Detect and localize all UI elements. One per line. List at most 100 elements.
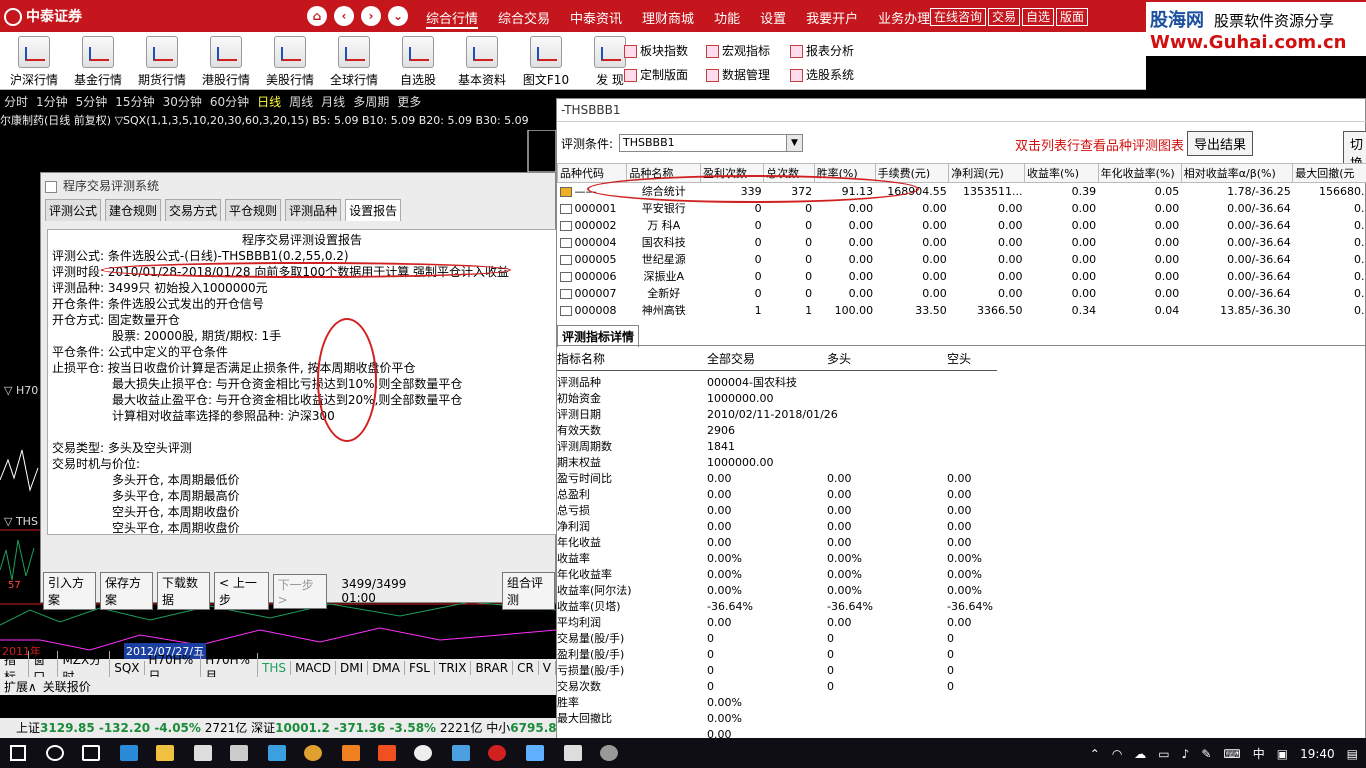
player-icon[interactable] <box>268 745 286 761</box>
mail-icon[interactable] <box>194 745 212 761</box>
top-button-0[interactable]: 在线咨询 <box>930 8 987 26</box>
top-button-2[interactable]: 自选 <box>1022 8 1055 26</box>
keyboard-icon[interactable]: ⌨ <box>1223 747 1240 761</box>
photo-icon[interactable] <box>452 745 470 761</box>
export-button[interactable]: 导出结果 <box>1187 131 1254 156</box>
table-row[interactable]: 000006 深振业A 0 0 0.00 0.00 0.00 0.00 0.00 0.00/-36… <box>558 268 1366 285</box>
volume-icon[interactable]: ♪ <box>1182 747 1190 761</box>
chevron-down-icon[interactable]: ▼ <box>786 135 802 151</box>
media-icon[interactable] <box>304 745 322 761</box>
tool-6[interactable]: 自选股 <box>386 36 450 88</box>
period-2[interactable]: 5分钟 <box>76 93 108 110</box>
side-tool-1[interactable]: 宏观指标 <box>706 42 770 59</box>
pen-icon[interactable]: ✎ <box>1201 747 1211 761</box>
home-icon[interactable]: ⌂ <box>307 6 327 26</box>
column-header[interactable]: 净利润(元) <box>948 163 1025 183</box>
menu-item-7[interactable]: 业务办理 <box>878 8 930 29</box>
column-header[interactable]: 手续费(元) <box>874 163 950 183</box>
zhongtai-icon[interactable] <box>488 745 506 761</box>
tab-eval-0[interactable]: 评测公式 <box>45 199 102 221</box>
side-tool-4[interactable]: 数据管理 <box>706 66 770 83</box>
cloud-icon[interactable]: ☁ <box>1134 747 1146 761</box>
table-row[interactable]: 000001 平安银行 0 0 0.00 0.00 0.00 0.00 0.00 0.00/-36… <box>558 200 1366 217</box>
combo-eval-button[interactable]: 组合评测 <box>502 572 556 610</box>
calendar-icon[interactable]: ▣ <box>1277 747 1288 761</box>
period-1[interactable]: 1分钟 <box>36 93 68 110</box>
column-header[interactable]: 品种代码 <box>556 163 628 183</box>
app-icon[interactable] <box>526 745 544 761</box>
table-row[interactable]: 000004 国农科技 0 0 0.00 0.00 0.00 0.00 0.00 0.00/-36… <box>558 234 1366 251</box>
tool-1[interactable]: 基金行情 <box>66 36 130 88</box>
column-header[interactable]: 年化收益率(%) <box>1097 163 1182 183</box>
menu-item-2[interactable]: 中泰资讯 <box>570 8 622 29</box>
indicator-13[interactable]: CR <box>513 661 539 675</box>
qq-icon[interactable] <box>414 745 432 761</box>
indicator-6[interactable]: THS <box>258 661 292 675</box>
wizard-button-2[interactable]: 下载数据 <box>157 572 210 610</box>
notification-icon[interactable]: ▤ <box>1347 747 1358 761</box>
tool-7[interactable]: 基本资料 <box>450 36 514 88</box>
condition-select[interactable]: THSBBB1 ▼ <box>619 134 803 152</box>
column-header[interactable]: 收益率(%) <box>1024 163 1099 183</box>
side-tool-3[interactable]: 定制版面 <box>624 66 688 83</box>
menu-item-6[interactable]: 我要开户 <box>806 8 858 29</box>
menu-item-4[interactable]: 功能 <box>714 8 740 29</box>
period-0[interactable]: 分时 <box>4 93 28 110</box>
wifi-icon[interactable]: ◠ <box>1112 747 1122 761</box>
clock[interactable]: 19:40 <box>1300 747 1335 761</box>
battery-icon[interactable]: ▭ <box>1158 747 1169 761</box>
wizard-button-4[interactable]: 下一步 > <box>272 573 328 609</box>
top-button-3[interactable]: 版面 <box>1056 8 1089 26</box>
doc-icon[interactable] <box>378 745 396 761</box>
tab-eval-5[interactable]: 设置报告 <box>345 199 402 221</box>
table-row[interactable]: 000007 全新好 0 0 0.00 0.00 0.00 0.00 0.00 0.00/-36.… <box>558 285 1366 302</box>
table-row[interactable]: 000002 万 科A 0 0 0.00 0.00 0.00 0.00 0.00 0.00/-36… <box>558 217 1366 234</box>
top-button-1[interactable]: 交易 <box>988 8 1021 26</box>
indicator-9[interactable]: DMA <box>368 661 405 675</box>
chevron-down-icon[interactable]: ⌄ <box>388 6 408 26</box>
tool-3[interactable]: 港股行情 <box>194 36 258 88</box>
stock-app-icon[interactable] <box>342 745 360 761</box>
period-3[interactable]: 15分钟 <box>115 93 154 110</box>
search-icon[interactable] <box>46 745 64 761</box>
menu-item-1[interactable]: 综合交易 <box>498 8 550 29</box>
edge-icon[interactable] <box>120 745 138 761</box>
tab-detail[interactable]: 评测指标详情 <box>557 325 640 347</box>
ime-indicator[interactable]: 中 <box>1253 745 1265 762</box>
task-view-icon[interactable] <box>82 745 100 761</box>
table-row[interactable]: 000008 神州高铁 1 1 100.00 33.50 3366.50 0.34 0.04 13… <box>558 302 1366 319</box>
tab-eval-4[interactable]: 评测品种 <box>285 199 342 221</box>
indicator-11[interactable]: TRIX <box>435 661 472 675</box>
wizard-button-1[interactable]: 保存方案 <box>100 572 153 610</box>
side-tool-5[interactable]: 选股系统 <box>790 66 854 83</box>
column-header[interactable]: 最大回撤(元 <box>1292 163 1366 183</box>
indicator-12[interactable]: BRAR <box>471 661 514 675</box>
wizard-button-3[interactable]: < 上一步 <box>214 572 269 610</box>
indicator-3[interactable]: SQX <box>110 661 145 675</box>
period-7[interactable]: 周线 <box>289 93 313 110</box>
forward-icon[interactable]: › <box>361 6 381 26</box>
indicator-7[interactable]: MACD <box>291 661 337 675</box>
column-header[interactable]: 相对收益率α/β(%) <box>1180 163 1294 183</box>
period-6[interactable]: 日线 <box>257 93 281 110</box>
menu-item-0[interactable]: 综合行情 <box>426 8 479 29</box>
side-tool-2[interactable]: 报表分析 <box>790 42 854 59</box>
table-row[interactable]: 000005 世纪星源 0 0 0.00 0.00 0.00 0.00 0.00 0.00/-36… <box>558 251 1366 268</box>
tab-eval-3[interactable]: 平仓规则 <box>225 199 282 221</box>
side-tool-0[interactable]: 板块指数 <box>624 42 688 59</box>
tool-0[interactable]: 沪深行情 <box>2 36 66 88</box>
app3-icon[interactable] <box>600 745 618 761</box>
back-icon[interactable]: ‹ <box>334 6 354 26</box>
tab-eval-2[interactable]: 交易方式 <box>165 199 222 221</box>
period-10[interactable]: 更多 <box>397 93 421 110</box>
indicator-14[interactable]: V <box>539 661 557 675</box>
menu-item-3[interactable]: 理财商城 <box>642 8 694 29</box>
chevron-up-icon[interactable]: ⌃ <box>1090 747 1100 761</box>
folder-icon[interactable] <box>156 745 174 761</box>
extra-1[interactable]: 关联报价 <box>43 678 91 695</box>
tool-4[interactable]: 美股行情 <box>258 36 322 88</box>
indicator-8[interactable]: DMI <box>336 661 369 675</box>
period-8[interactable]: 月线 <box>321 93 345 110</box>
period-9[interactable]: 多周期 <box>353 93 389 110</box>
tab-eval-1[interactable]: 建仓规则 <box>105 199 162 221</box>
